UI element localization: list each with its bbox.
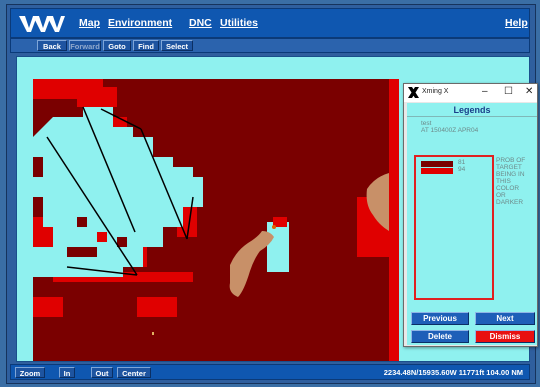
zoom-button[interactable]: Zoom — [15, 367, 45, 378]
menu-dnc[interactable]: DNC — [189, 17, 212, 29]
menu-environment[interactable]: Environment — [108, 17, 172, 29]
center-button[interactable]: Center — [117, 367, 151, 378]
legends-window: Xming X – ☐ ✕ Legends test AT 150400Z AP… — [403, 83, 538, 347]
delete-button[interactable]: Delete — [411, 330, 469, 343]
legend-swatch-red — [421, 168, 453, 174]
next-button[interactable]: Next — [475, 312, 535, 325]
menu-map[interactable]: Map — [79, 17, 100, 29]
zoom-out-button[interactable]: Out — [91, 367, 113, 378]
forward-button[interactable]: Forward — [69, 40, 101, 51]
previous-button[interactable]: Previous — [411, 312, 469, 325]
legend-subtitle: test — [421, 120, 432, 127]
status-bar: Zoom In Out Center 2234.48N/15935.60W 11… — [10, 364, 530, 380]
probability-region-red — [77, 87, 117, 107]
find-button[interactable]: Find — [133, 40, 159, 51]
menu-utilities[interactable]: Utilities — [220, 17, 258, 29]
menu-bar: Map Environment DNC Utilities Help — [10, 8, 530, 38]
app-logo-icon — [19, 16, 65, 32]
legend-swatch-dark — [421, 161, 453, 167]
zoom-in-button[interactable]: In — [59, 367, 75, 378]
select-button[interactable]: Select — [161, 40, 193, 51]
legend-timestamp: AT 150400Z APR04 — [421, 127, 479, 134]
maximize-icon[interactable]: ☐ — [504, 86, 513, 97]
toolbar: Back Forward Goto Find Select — [10, 38, 530, 53]
close-icon[interactable]: ✕ — [525, 86, 533, 97]
goto-button[interactable]: Goto — [103, 40, 131, 51]
window-title: Xming X — [422, 88, 449, 95]
legend-value: 81 — [458, 159, 466, 166]
legends-panel: Legends test AT 150400Z APR04 81 94 PROB… — [407, 103, 537, 345]
dismiss-button[interactable]: Dismiss — [475, 330, 535, 343]
legend-value: 94 — [458, 166, 466, 173]
menu-help[interactable]: Help — [505, 17, 528, 29]
xming-icon — [408, 87, 419, 98]
legend-color-box: 81 94 — [414, 155, 494, 300]
legend-description: PROB OF TARGET BEING IN THIS COLOR OR DA… — [496, 157, 526, 206]
coordinate-readout: 2234.48N/15935.60W 11771ft 104.00 NM — [383, 368, 523, 377]
minimize-icon[interactable]: – — [482, 86, 488, 97]
legends-heading: Legends — [407, 103, 537, 117]
window-titlebar[interactable]: Xming X – ☐ ✕ — [404, 84, 537, 102]
back-button[interactable]: Back — [37, 40, 67, 51]
